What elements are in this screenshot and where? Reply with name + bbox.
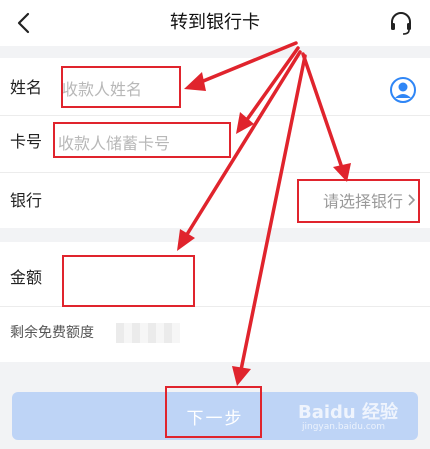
name-input[interactable] [62, 78, 292, 100]
customer-service-button[interactable] [388, 10, 414, 36]
top-bar: 转到银行卡 [0, 0, 430, 46]
free-quota-label: 剩余免费额度 [10, 325, 94, 341]
select-bank-text: 请选择银行 [322, 192, 403, 211]
amount-label: 金额 [10, 268, 43, 287]
back-button[interactable] [10, 8, 38, 38]
page-title: 转到银行卡 [170, 12, 260, 33]
name-label: 姓名 [10, 78, 43, 97]
chevron-right-icon [408, 194, 416, 206]
chevron-left-icon [17, 12, 30, 34]
contact-icon[interactable] [390, 77, 416, 103]
headset-icon [391, 12, 411, 35]
amount-input[interactable] [66, 262, 186, 296]
select-bank-button[interactable]: 请选择银行 [323, 188, 416, 212]
bank-label: 银行 [10, 191, 43, 210]
card-number-label: 卡号 [10, 132, 43, 151]
card-number-input[interactable] [58, 132, 278, 154]
row-divider [0, 172, 430, 173]
blurred-quota-value [116, 323, 180, 343]
amount-card [0, 242, 430, 362]
row-divider [0, 306, 430, 307]
row-divider [0, 115, 430, 116]
next-button[interactable]: 下一步 [12, 392, 418, 440]
